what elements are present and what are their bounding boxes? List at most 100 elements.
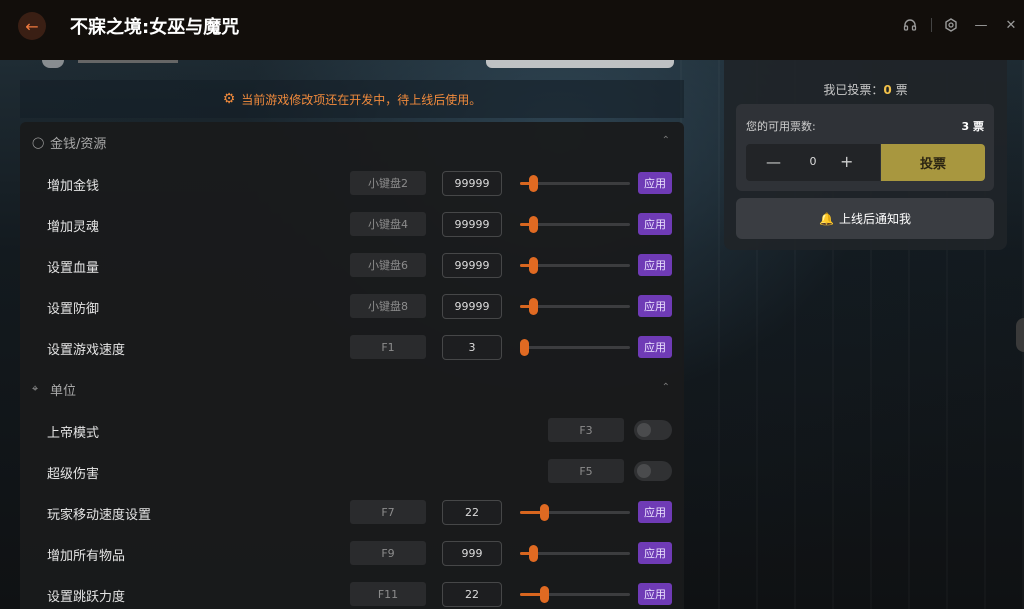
gear-icon[interactable] [940, 14, 962, 36]
search-box-fragment [486, 60, 674, 68]
notify-button[interactable]: 🔔 上线后通知我 [736, 198, 994, 239]
cheat-row: 设置血量 小键盘6 99999 应用 [20, 245, 684, 286]
hotkey-button[interactable]: F3 [548, 418, 624, 442]
cheat-label: 增加金钱 [47, 179, 100, 194]
toggle-switch[interactable] [634, 420, 672, 440]
cheat-label: 设置游戏速度 [47, 343, 126, 358]
page-title: 不寐之境:女巫与魔咒 [70, 17, 240, 38]
section-header-unit[interactable]: ⌖ 单位 ⌃ [20, 369, 684, 409]
value-slider[interactable] [520, 545, 630, 562]
vote-panel: 我已投票：0 票 您的可用票数: 3 票 — 0 + 投票 🔔 上线后通知我 [724, 60, 1007, 250]
my-votes: 我已投票：0 票 [724, 81, 1007, 98]
arrow-left-icon: ← [25, 16, 39, 36]
slider-thumb[interactable] [520, 339, 529, 356]
value-input[interactable]: 3 [442, 335, 502, 360]
toggle-switch[interactable] [634, 461, 672, 481]
my-votes-label: 我已投票： [823, 83, 884, 97]
hotkey-button[interactable]: 小键盘4 [350, 212, 426, 236]
top-strip [22, 60, 702, 78]
hotkey-button[interactable]: 小键盘8 [350, 294, 426, 318]
scroll-indicator [42, 60, 64, 68]
slider-thumb[interactable] [529, 257, 538, 274]
bell-icon: 🔔 [819, 211, 834, 226]
apply-button[interactable]: 应用 [638, 213, 672, 235]
window-controls: — ✕ [899, 14, 1024, 36]
hotkey-button[interactable]: F11 [350, 582, 426, 606]
warning-icon: ⚙ [222, 91, 236, 107]
hotkey-button[interactable]: F7 [350, 500, 426, 524]
hotkey-button[interactable]: F9 [350, 541, 426, 565]
vote-button[interactable]: 投票 [881, 144, 985, 181]
apply-button[interactable]: 应用 [638, 254, 672, 276]
cheat-row: 设置防御 小键盘8 99999 应用 [20, 286, 684, 327]
apply-button[interactable]: 应用 [638, 583, 672, 605]
value-input[interactable]: 99999 [442, 253, 502, 278]
apply-button[interactable]: 应用 [638, 501, 672, 523]
slider-thumb[interactable] [529, 216, 538, 233]
apply-button[interactable]: 应用 [638, 295, 672, 317]
notify-label: 上线后通知我 [838, 212, 911, 226]
chevron-up-icon[interactable]: ⌃ [662, 382, 670, 393]
cheat-row: 增加灵魂 小键盘4 99999 应用 [20, 204, 684, 245]
cheat-label: 超级伤害 [47, 467, 100, 482]
side-drawer-handle[interactable] [1016, 318, 1024, 352]
section-header-money[interactable]: ◯ 金钱/资源 ⌃ [20, 122, 684, 162]
value-input[interactable]: 99999 [442, 171, 502, 196]
slider-thumb[interactable] [529, 298, 538, 315]
available-count: 3 票 [961, 120, 984, 133]
tab-strip [78, 60, 178, 63]
hotkey-button[interactable]: 小键盘2 [350, 171, 426, 195]
plus-button[interactable]: + [840, 152, 853, 171]
my-votes-unit: 票 [891, 83, 908, 97]
apply-button[interactable]: 应用 [638, 336, 672, 358]
hotkey-button[interactable]: 小键盘6 [350, 253, 426, 277]
slider-thumb[interactable] [540, 504, 549, 521]
cheat-label: 设置跳跃力度 [47, 590, 126, 605]
value-input[interactable]: 22 [442, 500, 502, 525]
cheat-label: 玩家移动速度设置 [47, 508, 152, 523]
title-bar: ← 不寐之境:女巫与魔咒 — ✕ [0, 0, 1024, 60]
available-votes-box: 您的可用票数: 3 票 — 0 + 投票 [736, 104, 994, 191]
toggle-row: 超级伤害 F5 [20, 451, 684, 492]
value-slider[interactable] [520, 298, 630, 315]
chevron-up-icon[interactable]: ⌃ [662, 135, 670, 146]
cheat-label: 增加灵魂 [47, 220, 100, 235]
development-notice: ⚙ 当前游戏修改项还在开发中，待上线后使用。 [20, 80, 684, 118]
cheat-label: 增加所有物品 [47, 549, 126, 564]
apply-button[interactable]: 应用 [638, 172, 672, 194]
hotkey-button[interactable]: F1 [350, 335, 426, 359]
value-input[interactable]: 999 [442, 541, 502, 566]
slider-thumb[interactable] [540, 586, 549, 603]
back-button[interactable]: ← [18, 12, 46, 40]
value-slider[interactable] [520, 504, 630, 521]
stepper-value[interactable]: 0 [804, 155, 822, 168]
cheat-label: 设置防御 [47, 302, 100, 317]
cheat-row: 设置跳跃力度 F11 22 应用 [20, 574, 684, 609]
value-input[interactable]: 22 [442, 582, 502, 607]
minimize-icon[interactable]: — [970, 14, 992, 36]
hotkey-button[interactable]: F5 [548, 459, 624, 483]
divider [931, 18, 932, 32]
cheat-row: 玩家移动速度设置 F7 22 应用 [20, 492, 684, 533]
slider-thumb[interactable] [529, 175, 538, 192]
value-slider[interactable] [520, 257, 630, 274]
cheat-label: 上帝模式 [47, 426, 100, 441]
value-slider[interactable] [520, 175, 630, 192]
slider-thumb[interactable] [529, 545, 538, 562]
value-slider[interactable] [520, 216, 630, 233]
section-title: 金钱/资源 [50, 136, 107, 152]
apply-button[interactable]: 应用 [638, 542, 672, 564]
notice-text: 当前游戏修改项还在开发中，待上线后使用。 [241, 92, 482, 107]
headset-icon[interactable] [899, 14, 921, 36]
cheat-row: 增加所有物品 F9 999 应用 [20, 533, 684, 574]
value-slider[interactable] [520, 586, 630, 603]
crosshair-icon: ⌖ [32, 382, 39, 395]
minus-button[interactable]: — [766, 153, 781, 171]
coin-icon: ◯ [32, 135, 45, 149]
vote-stepper: — 0 + [746, 144, 880, 181]
value-input[interactable]: 99999 [442, 294, 502, 319]
cheat-row: 增加金钱 小键盘2 99999 应用 [20, 163, 684, 204]
close-icon[interactable]: ✕ [1000, 14, 1022, 36]
value-slider[interactable] [520, 339, 630, 356]
value-input[interactable]: 99999 [442, 212, 502, 237]
